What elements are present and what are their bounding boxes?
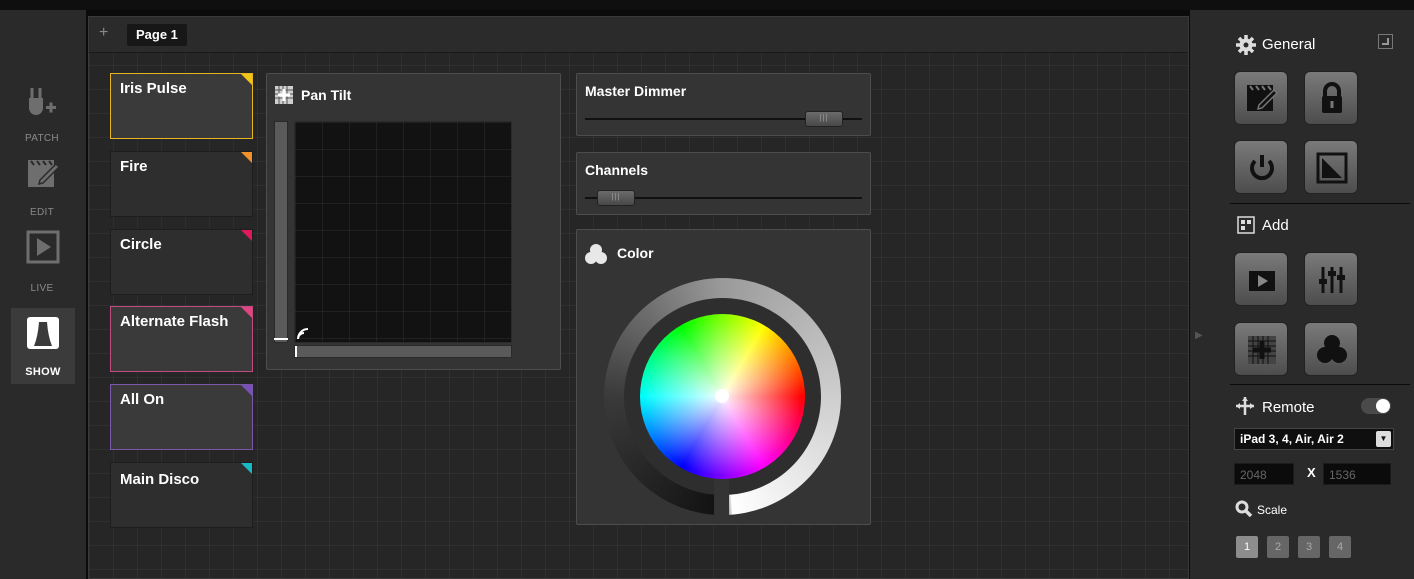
scene-label: Circle: [120, 236, 162, 253]
scene-button-circle[interactable]: Circle: [110, 229, 253, 295]
scene-color-marker: [241, 463, 252, 474]
scene-label: Iris Pulse: [120, 80, 187, 97]
rail-show[interactable]: SHOW: [11, 308, 75, 384]
pan-tilt-cursor-icon: [297, 328, 309, 340]
rgb-icon: [1317, 335, 1347, 363]
edit-icon: [1247, 85, 1279, 111]
lock-icon: [1322, 82, 1342, 113]
rail-patch[interactable]: PATCH: [12, 78, 72, 148]
scale-option-3[interactable]: 3: [1298, 536, 1320, 558]
play-icon: [26, 230, 60, 264]
add-pan-tilt-button[interactable]: [1234, 322, 1288, 376]
pan-scrollbar-handle[interactable]: [295, 346, 297, 357]
power-button[interactable]: [1234, 140, 1288, 194]
gear-icon: [1236, 35, 1256, 55]
add-scene-button[interactable]: [1234, 252, 1288, 306]
add-fader-button[interactable]: [1304, 252, 1358, 306]
master-dimmer-widget: Master Dimmer: [576, 73, 871, 136]
widget-title: Master Dimmer: [585, 83, 687, 99]
scene-button-main-disco[interactable]: Main Disco: [110, 462, 253, 528]
scene-color-marker: [241, 307, 252, 318]
remote-toggle[interactable]: [1361, 398, 1391, 414]
fullscreen-arrow-icon: [1382, 38, 1389, 45]
mode-rail: PATCH EDIT LIVE SHOW: [0, 10, 86, 579]
scene-button-fire[interactable]: Fire: [110, 151, 253, 217]
scene-button-iris-pulse[interactable]: Iris Pulse: [110, 73, 253, 139]
pan-tilt-pad[interactable]: [294, 121, 512, 343]
remote-height-input[interactable]: 1536: [1323, 463, 1391, 485]
chevron-down-icon: ▼: [1376, 431, 1391, 447]
pan-tilt-icon: [1248, 336, 1276, 364]
remote-toggle-knob[interactable]: [1376, 399, 1390, 413]
resize-icon: [1316, 152, 1348, 184]
rail-patch-label: PATCH: [25, 133, 59, 144]
rail-edit[interactable]: EDIT: [12, 150, 72, 220]
lock-button[interactable]: [1304, 71, 1358, 125]
color-widget: Color: [576, 229, 871, 525]
section-divider: [1230, 384, 1410, 385]
scale-option-2[interactable]: 2: [1267, 536, 1289, 558]
remote-width-input[interactable]: 2048: [1234, 463, 1294, 485]
pan-tilt-widget: Pan Tilt: [266, 73, 561, 370]
remote-move-icon: [1236, 397, 1254, 415]
channels-slider[interactable]: [596, 190, 635, 206]
add-page-button[interactable]: +: [99, 25, 108, 41]
widget-title: Channels: [585, 162, 649, 178]
fullscreen-toggle-icon[interactable]: [1378, 34, 1393, 49]
master-dimmer-slider[interactable]: [804, 111, 843, 127]
add-widget-icon: [1237, 216, 1255, 234]
scene-label: Fire: [120, 158, 148, 175]
color-picker-handle[interactable]: [715, 389, 729, 403]
pan-scrollbar[interactable]: [294, 345, 512, 358]
app-window: PATCH EDIT LIVE SHOW + Page 1 Iris Pulse…: [0, 0, 1414, 579]
channels-widget: Channels: [576, 152, 871, 215]
scene-color-marker: [241, 74, 252, 85]
top-strip: [0, 0, 1414, 10]
page-tab-bar: + Page 1: [89, 17, 1188, 53]
widget-title: Color: [617, 245, 654, 261]
edit-mode-button[interactable]: [1234, 71, 1288, 125]
side-panel: ▶ General Add Remote iPad 3, 4, Air, Air…: [1190, 10, 1414, 579]
scene-color-marker: [241, 385, 252, 396]
search-icon: [1235, 500, 1253, 518]
rgb-icon: [585, 244, 607, 264]
rail-live[interactable]: LIVE: [12, 224, 72, 294]
faders-icon: [1319, 267, 1345, 293]
general-heading: General: [1262, 36, 1316, 53]
show-page[interactable]: + Page 1 Iris Pulse Fire Circle Alternat…: [88, 16, 1189, 579]
device-select[interactable]: iPad 3, 4, Air, Air 2 ▼: [1234, 428, 1394, 450]
rail-live-label: LIVE: [30, 283, 54, 294]
scene-label: Alternate Flash: [120, 313, 229, 330]
scale-option-1[interactable]: 1: [1236, 536, 1258, 558]
rail-edit-label: EDIT: [30, 207, 54, 218]
scale-option-4[interactable]: 4: [1329, 536, 1351, 558]
add-heading: Add: [1262, 217, 1289, 234]
section-divider: [1230, 203, 1410, 204]
patch-icon: [29, 88, 56, 115]
tab-page-1[interactable]: Page 1: [127, 24, 187, 46]
resize-button[interactable]: [1304, 140, 1358, 194]
brightness-ring[interactable]: [604, 278, 841, 515]
rail-show-label: SHOW: [25, 366, 61, 378]
device-select-value: iPad 3, 4, Air, Air 2: [1240, 432, 1344, 446]
scene-color-marker: [241, 152, 252, 163]
scale-label: Scale: [1257, 503, 1288, 517]
tilt-scrollbar[interactable]: [274, 121, 288, 343]
scene-label: All On: [120, 391, 165, 408]
scene-label: Main Disco: [120, 471, 200, 488]
pan-tilt-icon: [275, 86, 293, 104]
edit-icon: [28, 160, 60, 187]
play-icon: [1249, 271, 1275, 291]
scene-color-marker: [241, 230, 252, 241]
power-icon: [1250, 155, 1274, 181]
dimension-separator: X: [1307, 465, 1316, 480]
add-color-button[interactable]: [1304, 322, 1358, 376]
show-stage-icon: [27, 317, 59, 349]
scene-button-all-on[interactable]: All On: [110, 384, 253, 450]
tilt-scrollbar-handle[interactable]: [274, 338, 288, 340]
scene-button-alternate-flash[interactable]: Alternate Flash: [110, 306, 253, 372]
collapse-arrow-icon[interactable]: ▶: [1195, 330, 1203, 341]
remote-heading: Remote: [1262, 399, 1315, 416]
widget-title: Pan Tilt: [301, 87, 352, 103]
